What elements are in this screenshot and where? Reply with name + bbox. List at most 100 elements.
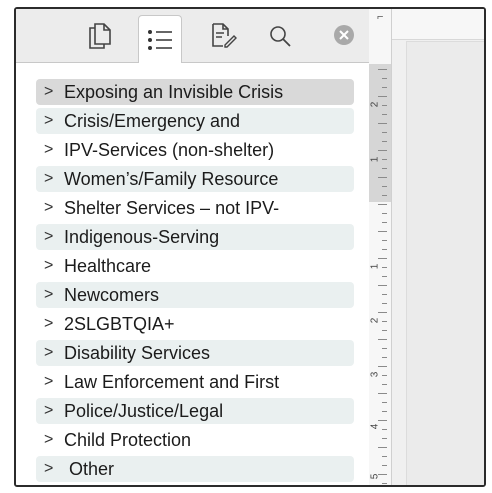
- app-window: > Exposing an Invisible Crisis > Crisis/Eme…: [14, 7, 486, 487]
- outline-item-label: Newcomers: [64, 284, 160, 305]
- ruler-tick: [378, 420, 387, 421]
- ruler-tick: [378, 150, 387, 151]
- ruler-tick: [378, 69, 387, 70]
- ruler-number: 1: [369, 156, 381, 163]
- ruler-marker: ⌐: [377, 11, 384, 23]
- ruler-tick: [382, 330, 387, 331]
- thumbnails-tab[interactable]: [78, 15, 122, 57]
- outline-item-label: Crisis/Emergency and: [64, 110, 241, 131]
- ruler-number: 2: [369, 317, 381, 324]
- vertical-ruler: ⌐ 2 1 1 2 3 4 5: [369, 9, 392, 485]
- annotations-tab[interactable]: [202, 15, 246, 57]
- chevron-right-icon[interactable]: >: [36, 315, 62, 333]
- ruler-number: 5: [369, 473, 381, 480]
- outline-item[interactable]: > Crisis/Emergency and: [36, 108, 354, 134]
- ruler-tick: [382, 105, 387, 106]
- ruler-tick: [378, 285, 387, 286]
- ruler-tick: [378, 339, 387, 340]
- outline-item-label: 2SLGBTQIA+: [64, 313, 175, 334]
- outline-item-label: Child Protection: [64, 429, 192, 450]
- outline-item-label: Healthcare: [64, 255, 152, 276]
- ruler-tick: [382, 411, 387, 412]
- chevron-right-icon[interactable]: >: [36, 402, 62, 420]
- chevron-right-icon[interactable]: >: [36, 83, 62, 101]
- ruler-tick: [382, 384, 387, 385]
- outline-item[interactable]: > Child Protection: [36, 427, 354, 453]
- ruler-tick: [378, 96, 387, 97]
- ruler-tick: [378, 393, 387, 394]
- search-tab[interactable]: [258, 15, 302, 57]
- outline-item[interactable]: > Women’s/Family Resource: [36, 166, 354, 192]
- outline-item[interactable]: > Shelter Services – not IPV-: [36, 195, 354, 221]
- ruler-tick: [382, 276, 387, 277]
- chevron-right-icon[interactable]: >: [36, 228, 62, 246]
- ruler-tick: [382, 168, 387, 169]
- ruler-tick: [378, 447, 387, 448]
- ruler-tick: [382, 465, 387, 466]
- chevron-right-icon[interactable]: >: [36, 112, 62, 130]
- outline-list-icon: [148, 29, 172, 50]
- outline-item-label: Exposing an Invisible Crisis: [64, 81, 284, 102]
- ruler-tick: [382, 303, 387, 304]
- outline-item[interactable]: >2SLGBTQIA+: [36, 311, 354, 337]
- chevron-right-icon[interactable]: >: [36, 460, 62, 478]
- ruler-tick: [382, 240, 387, 241]
- ruler-number: 1: [369, 263, 381, 270]
- ruler-tick: [382, 321, 387, 322]
- outline-tab[interactable]: [138, 15, 182, 63]
- outline-item[interactable]: > Newcomers: [36, 282, 354, 308]
- outline-item-label: Police/Justice/Legal: [64, 400, 224, 421]
- outline-item[interactable]: > Disability Services: [36, 340, 354, 366]
- chevron-right-icon[interactable]: >: [36, 257, 62, 275]
- sidebar-toolbar: [16, 9, 369, 63]
- ruler-tick: [378, 312, 387, 313]
- page-thumbnails-icon: [89, 23, 111, 49]
- ruler-tick: [382, 456, 387, 457]
- outline-item[interactable]: > IPV-Services (non-shelter): [36, 137, 354, 163]
- ruler-tick: [382, 141, 387, 142]
- ruler-tick: [378, 123, 387, 124]
- chevron-right-icon[interactable]: >: [36, 344, 62, 362]
- ruler-tick: [382, 438, 387, 439]
- ruler-number: 2: [369, 101, 381, 108]
- document-canvas[interactable]: [392, 9, 484, 485]
- outline-item[interactable]: > Healthcare: [36, 253, 354, 279]
- ruler-margin-shade: [369, 64, 391, 202]
- chevron-right-icon[interactable]: >: [36, 141, 62, 159]
- chevron-right-icon[interactable]: >: [36, 199, 62, 217]
- outline-item[interactable]: > Indigenous-Serving: [36, 224, 354, 250]
- ruler-tick: [382, 483, 387, 484]
- sidebar-navigator: > Exposing an Invisible Crisis > Crisis/Eme…: [16, 9, 370, 485]
- chevron-right-icon[interactable]: >: [36, 286, 62, 304]
- outline-item[interactable]: > Other: [36, 456, 354, 482]
- outline-item-label: Women’s/Family Resource: [64, 168, 279, 189]
- search-icon: [270, 26, 291, 47]
- outline-item-label: Other: [64, 458, 115, 479]
- ruler-tick: [382, 186, 387, 187]
- outline-item[interactable]: > Law Enforcement and First: [36, 369, 354, 395]
- outline-item[interactable]: > Police/Justice/Legal: [36, 398, 354, 424]
- close-sidebar-button[interactable]: [334, 25, 354, 45]
- ruler-tick: [382, 213, 387, 214]
- outline-item-label: Shelter Services – not IPV-: [64, 197, 280, 218]
- outline-item[interactable]: > Exposing an Invisible Crisis: [36, 79, 354, 105]
- ruler-tick: [382, 267, 387, 268]
- ruler-tick: [382, 429, 387, 430]
- outline-item-label: IPV-Services (non-shelter): [64, 139, 275, 160]
- ruler-tick: [378, 231, 387, 232]
- chevron-right-icon[interactable]: >: [36, 373, 62, 391]
- chevron-right-icon[interactable]: >: [36, 170, 62, 188]
- document-page[interactable]: [406, 41, 484, 485]
- ruler-tick: [382, 402, 387, 403]
- chevron-right-icon[interactable]: >: [36, 431, 62, 449]
- ruler-tick: [378, 366, 387, 367]
- outline-item-label: Disability Services: [64, 342, 211, 363]
- ruler-tick: [382, 375, 387, 376]
- ruler-tick: [382, 357, 387, 358]
- ruler-number: 4: [369, 423, 381, 430]
- ruler-tick: [382, 222, 387, 223]
- ruler-tick: [378, 204, 387, 205]
- annotations-icon: [212, 23, 237, 48]
- outline-item-label: Indigenous-Serving: [64, 226, 220, 247]
- horizontal-ruler: [392, 9, 484, 40]
